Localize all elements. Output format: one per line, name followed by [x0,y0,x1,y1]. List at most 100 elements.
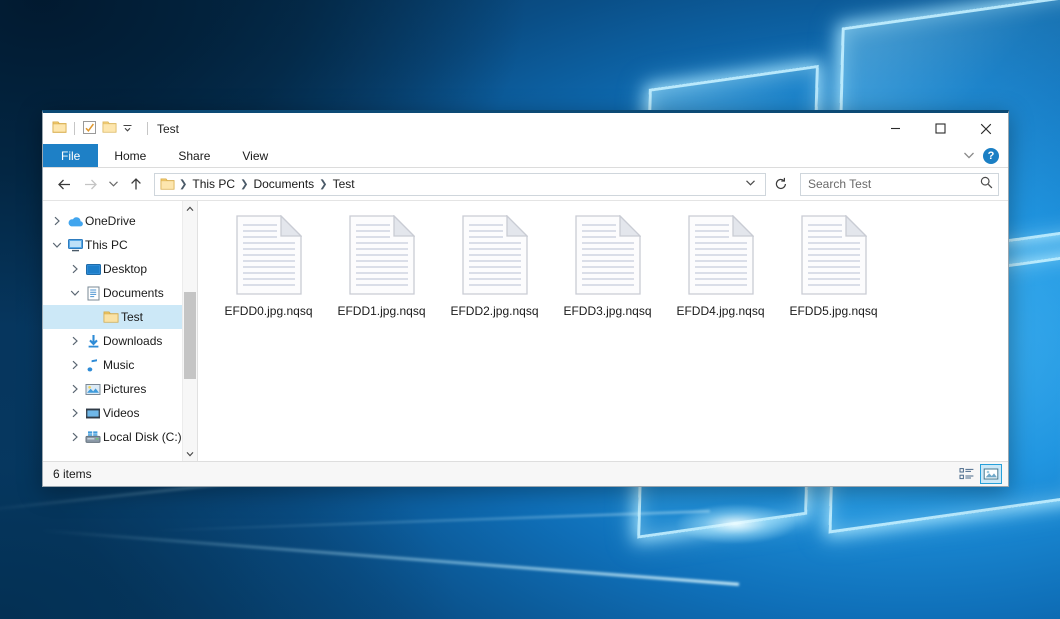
desktop: Test File Home Share View [0,0,1060,619]
breadcrumb[interactable]: ❯ This PC ❯ Documents ❯ Test [154,173,766,196]
breadcrumb-folder-icon [160,177,175,191]
tree-item-pictures[interactable]: Pictures [43,377,182,401]
recent-locations-button[interactable] [104,172,122,196]
folder-tree: OneDrive This PC [43,201,182,461]
cloud-icon [65,215,85,228]
breadcrumb-item-test[interactable]: Test [329,177,359,191]
tree-label: Desktop [103,262,147,276]
ribbon-right-controls: ? [963,144,1008,167]
window-title: Test [157,122,179,136]
customize-dropdown-icon[interactable] [122,122,133,136]
file-list-area[interactable]: EFDD0.jpg.nqsq EFDD1.j [198,201,1008,461]
tree-item-videos[interactable]: Videos [43,401,182,425]
download-icon [83,334,103,349]
tree-label: Downloads [103,334,162,348]
generic-document-icon [236,215,302,298]
chevron-down-icon[interactable] [67,289,83,297]
refresh-button[interactable] [769,173,793,196]
tree-item-desktop[interactable]: Desktop [43,257,182,281]
chevron-right-icon[interactable] [67,360,83,370]
file-item[interactable]: EFDD0.jpg.nqsq [212,211,325,324]
pictures-icon [83,383,103,396]
up-button[interactable] [124,172,148,196]
close-button[interactable] [963,113,1008,144]
maximize-button[interactable] [918,113,963,144]
file-name: EFDD0.jpg.nqsq [224,304,312,318]
chevron-right-icon[interactable] [67,264,83,274]
tab-file[interactable]: File [43,144,98,167]
new-folder-icon[interactable] [102,120,117,137]
scroll-up-button[interactable] [183,201,198,216]
properties-icon[interactable] [82,120,97,138]
chevron-right-icon[interactable] [67,408,83,418]
tree-item-music[interactable]: Music [43,353,182,377]
chevron-down-icon[interactable] [49,241,65,249]
breadcrumb-item-documents[interactable]: Documents [249,177,318,191]
tree-label: OneDrive [85,214,136,228]
scroll-down-button[interactable] [183,446,198,461]
window-controls [873,113,1008,144]
generic-document-icon [801,215,867,298]
chevron-right-icon[interactable] [67,336,83,346]
chevron-down-icon[interactable] [963,149,975,163]
large-icons-view-button[interactable] [980,464,1002,484]
monitor-icon [65,238,85,252]
toolbar-divider-2 [147,122,148,135]
generic-document-icon [349,215,415,298]
chevron-right-icon[interactable] [67,384,83,394]
view-mode-buttons [956,464,1002,484]
scrollbar-track[interactable] [183,216,198,446]
documents-icon [83,286,103,301]
breadcrumb-dropdown-icon[interactable] [740,179,761,190]
file-name: EFDD4.jpg.nqsq [676,304,764,318]
tab-share[interactable]: Share [162,144,226,167]
file-name: EFDD3.jpg.nqsq [563,304,651,318]
tree-item-test[interactable]: Test [43,305,182,329]
search-input[interactable] [808,177,980,191]
folder-icon [101,310,121,324]
forward-button[interactable] [78,172,102,196]
file-name: EFDD5.jpg.nqsq [789,304,877,318]
status-bar: 6 items [43,461,1008,486]
file-explorer-window: Test File Home Share View [42,110,1009,487]
chevron-right-icon[interactable] [49,216,65,226]
minimize-button[interactable] [873,113,918,144]
tree-item-documents[interactable]: Documents [43,281,182,305]
light-burst [676,504,796,544]
file-name: EFDD2.jpg.nqsq [450,304,538,318]
file-item[interactable]: EFDD2.jpg.nqsq [438,211,551,324]
desktop-icon [83,263,103,276]
chevron-right-icon[interactable] [67,432,83,442]
navigation-pane-scrollbar[interactable] [182,201,197,461]
details-view-button[interactable] [956,464,978,484]
tree-item-local-disk-c[interactable]: Local Disk (C:) [43,425,182,449]
ribbon-tab-bar: File Home Share View ? [43,144,1008,168]
search-box[interactable] [800,173,999,196]
music-icon [83,358,103,373]
tree-label: Local Disk (C:) [103,430,182,444]
file-item[interactable]: EFDD1.jpg.nqsq [325,211,438,324]
breadcrumb-separator-2[interactable]: ❯ [239,179,249,190]
tab-home[interactable]: Home [98,144,162,167]
tab-view[interactable]: View [226,144,284,167]
breadcrumb-separator-3[interactable]: ❯ [318,179,328,190]
file-item[interactable]: EFDD3.jpg.nqsq [551,211,664,324]
tree-label: Test [121,310,143,324]
back-button[interactable] [52,172,76,196]
tree-label: Documents [103,286,164,300]
tree-item-downloads[interactable]: Downloads [43,329,182,353]
item-count-label: 6 items [53,467,92,481]
tree-label: This PC [85,238,128,252]
file-grid: EFDD0.jpg.nqsq EFDD1.j [212,211,1008,324]
breadcrumb-item-this-pc[interactable]: This PC [188,177,239,191]
scrollbar-thumb[interactable] [184,292,196,379]
tree-item-this-pc[interactable]: This PC [43,233,182,257]
window-body: OneDrive This PC [43,200,1008,461]
videos-icon [83,407,103,420]
help-button[interactable]: ? [983,148,999,164]
file-item[interactable]: EFDD4.jpg.nqsq [664,211,777,324]
file-item[interactable]: EFDD5.jpg.nqsq [777,211,890,324]
search-icon[interactable] [980,176,993,192]
window-folder-icon[interactable] [52,120,67,137]
tree-item-onedrive[interactable]: OneDrive [43,209,182,233]
